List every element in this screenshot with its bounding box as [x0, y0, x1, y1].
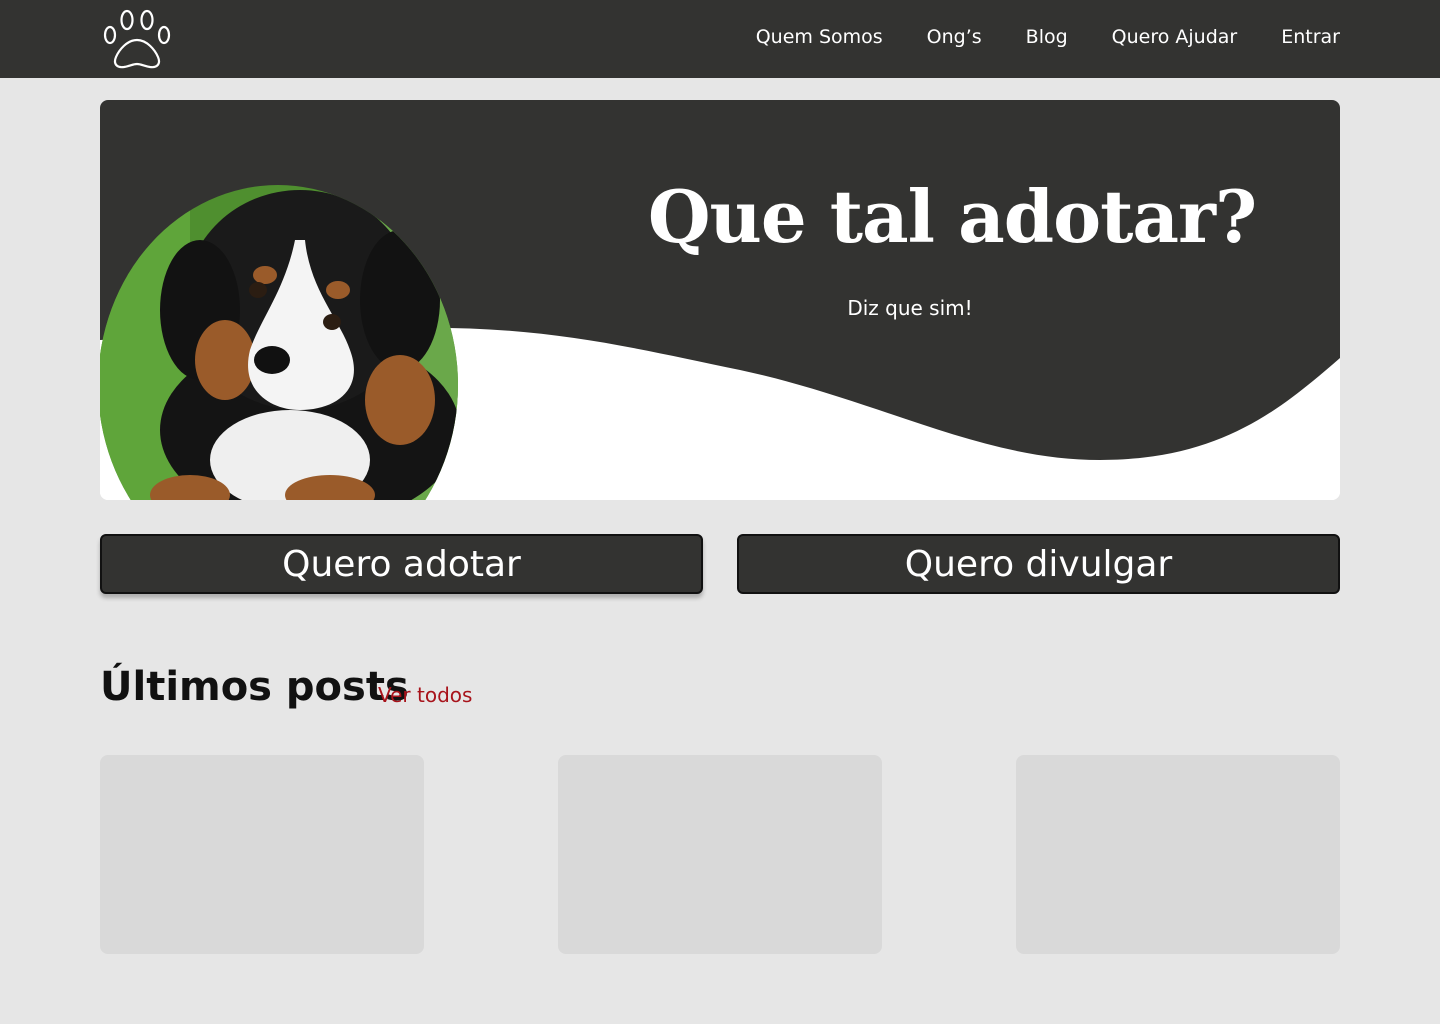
post-card[interactable]	[558, 755, 882, 954]
main-nav: Quem Somos Ong’s Blog Quero Ajudar Entra…	[756, 0, 1340, 74]
see-all-link[interactable]: Ver todos	[378, 683, 472, 707]
nav-blog[interactable]: Blog	[1026, 26, 1068, 48]
hero-title: Que tal adotar?	[647, 174, 1257, 259]
hero-background	[100, 100, 1340, 500]
nav-quem-somos[interactable]: Quem Somos	[756, 26, 883, 48]
nav-entrar[interactable]: Entrar	[1281, 26, 1340, 48]
latest-posts-title: Últimos posts	[100, 664, 409, 710]
post-card[interactable]	[1016, 755, 1340, 954]
nav-ongs[interactable]: Ong’s	[927, 26, 982, 48]
top-navigation-bar: Quem Somos Ong’s Blog Quero Ajudar Entra…	[0, 0, 1440, 78]
share-button[interactable]: Quero divulgar	[737, 534, 1340, 594]
nav-quero-ajudar[interactable]: Quero Ajudar	[1112, 26, 1238, 48]
post-card[interactable]	[100, 755, 424, 954]
adopt-button[interactable]: Quero adotar	[100, 534, 703, 594]
hero-subtitle: Diz que sim!	[847, 296, 973, 320]
hero-banner: Que tal adotar? Diz que sim!	[100, 100, 1340, 500]
paw-icon[interactable]	[100, 6, 174, 72]
